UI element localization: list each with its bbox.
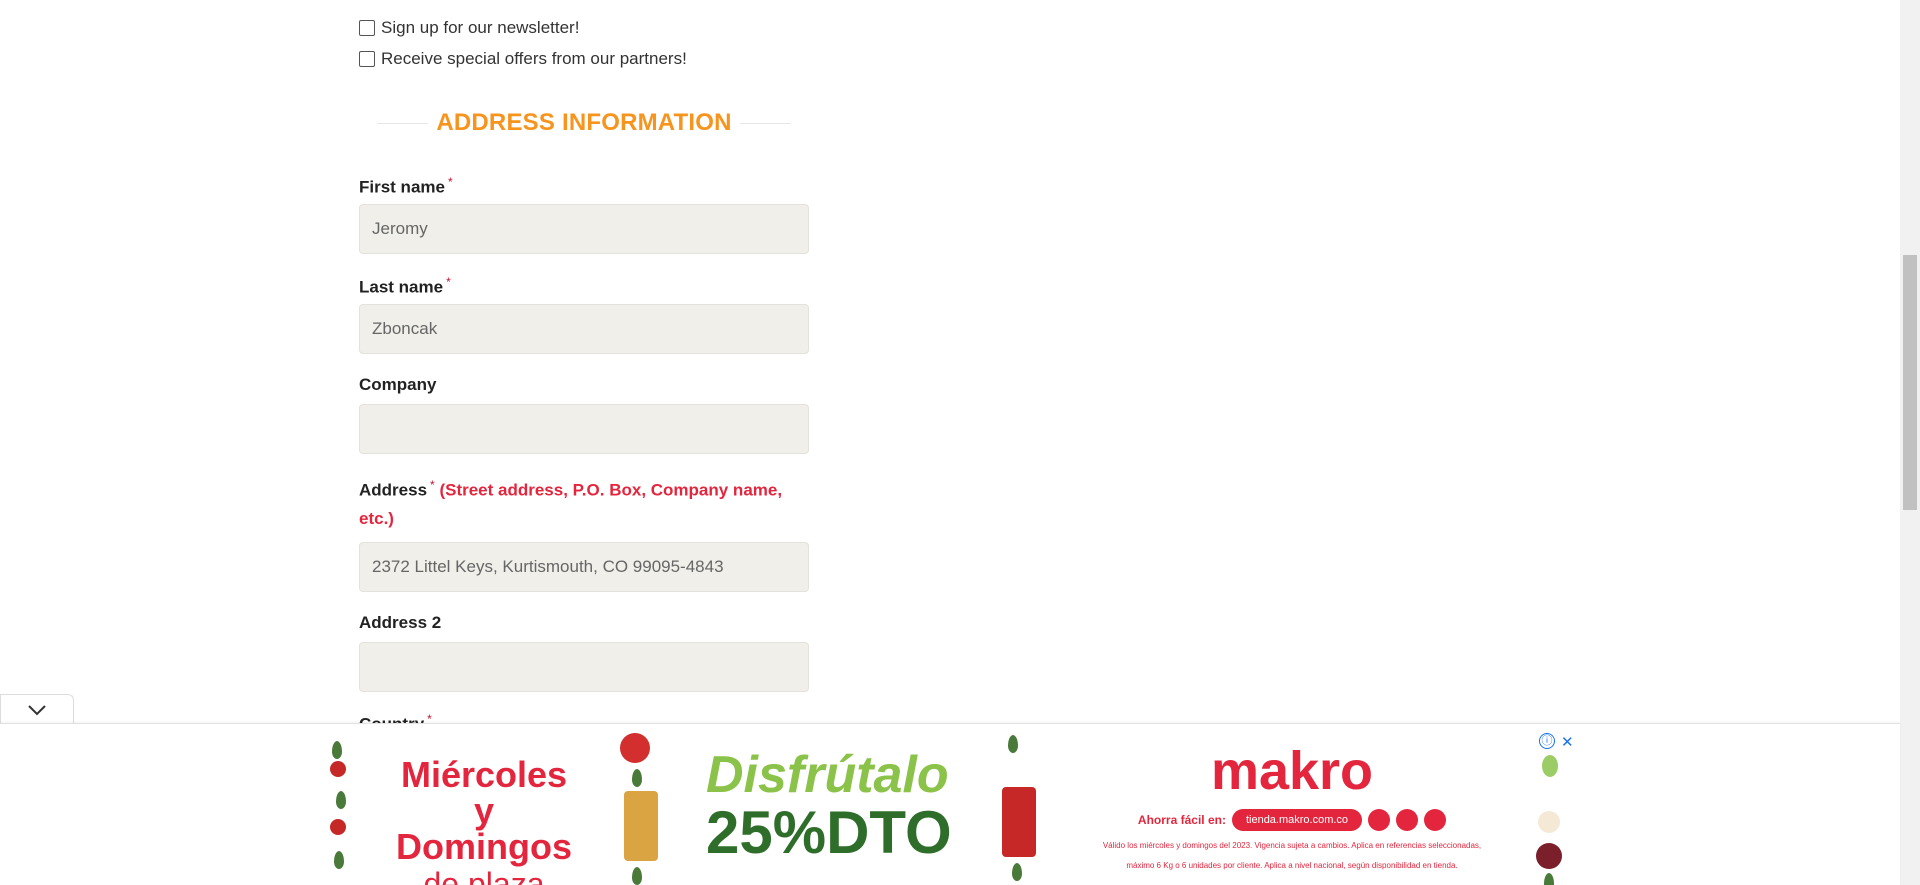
newsletter-label[interactable]: Sign up for our newsletter!: [381, 18, 579, 38]
address2-field[interactable]: [359, 642, 809, 692]
garlic-icon: [1538, 811, 1560, 833]
scrollbar-track[interactable]: [1900, 0, 1920, 885]
section-title: ADDRESS INFORMATION: [436, 109, 732, 136]
newsletter-checkbox-row[interactable]: Sign up for our newsletter!: [359, 18, 579, 38]
partners-checkbox[interactable]: [359, 51, 375, 67]
company-label: Company: [359, 375, 436, 395]
ad-mid-line1: Disfrútalo: [706, 746, 949, 804]
address2-label-text: Address 2: [359, 613, 442, 632]
section-divider-right: [739, 122, 792, 124]
leaf-icon: [1544, 873, 1554, 885]
address-field[interactable]: [359, 542, 809, 592]
ad-url-pill[interactable]: tienda.makro.com.co: [1231, 809, 1363, 831]
ad-store-row: Ahorra fácil en: tienda.makro.com.co: [1082, 809, 1502, 831]
required-marker: *: [446, 275, 451, 289]
leaf-icon: [334, 851, 344, 869]
company-label-text: Company: [359, 375, 437, 394]
leaf-icon: [1012, 863, 1022, 881]
company-field[interactable]: [359, 404, 809, 454]
newsletter-checkbox[interactable]: [359, 20, 375, 36]
address-label: Address * (Street address, P.O. Box, Comp…: [359, 478, 782, 501]
ad-left-line3: de plaza: [423, 866, 545, 885]
first-name-label: First name *: [359, 175, 453, 198]
ad-headline-mid: Disfrútalo 25%DTO: [706, 746, 952, 866]
ad-info-icon[interactable]: ⓘ: [1539, 733, 1555, 749]
ad-headline-left: Miércoles y Domingos de plaza: [389, 757, 579, 885]
address-hint-line2: etc.): [359, 509, 394, 528]
partners-checkbox-row[interactable]: Receive special offers from our partners…: [359, 49, 687, 69]
leaf-icon: [332, 741, 342, 759]
product-bag-icon: [624, 791, 658, 861]
address-label-text: Address: [359, 480, 428, 500]
leaf-icon: [336, 791, 346, 809]
address-section-header: ADDRESS INFORMATION: [377, 106, 792, 140]
ad-collapse-button[interactable]: [0, 694, 74, 725]
leaf-icon: [1008, 735, 1018, 753]
ad-close-icon[interactable]: ✕: [1561, 733, 1574, 751]
tomato-icon: [330, 761, 346, 777]
ad-controls: ⓘ ✕: [1539, 733, 1574, 751]
grapes-icon: [1536, 843, 1562, 869]
last-name-field[interactable]: [359, 304, 809, 354]
ad-left-line2: Domingos: [396, 826, 572, 867]
ad-easy-label: Ahorra fácil en:: [1137, 813, 1226, 827]
makro-logo: makro: [1210, 741, 1374, 801]
first-name-field[interactable]: [359, 204, 809, 254]
partners-label[interactable]: Receive special offers from our partners…: [381, 49, 687, 69]
ad-fine-print-1: Válido los miércoles y domingos del 2023…: [1102, 841, 1482, 850]
leaf-icon: [632, 769, 642, 787]
app-store-icon: [1368, 809, 1391, 831]
play-store-icon: [1396, 809, 1419, 831]
ad-banner[interactable]: Miércoles y Domingos de plaza Disfrútalo…: [322, 731, 1576, 885]
address2-label: Address 2: [359, 613, 441, 633]
last-name-label-text: Last name: [359, 277, 444, 297]
address-hint: (Street address, P.O. Box, Company name,: [439, 480, 783, 500]
ad-brand-block: makro Ahorra fácil en: tienda.makro.com.…: [1082, 741, 1502, 871]
required-marker: *: [447, 175, 453, 189]
leaf-icon: [632, 867, 642, 885]
apple-icon: [620, 733, 650, 763]
chevron-down-icon: [28, 705, 46, 716]
ad-fine-print-2: máximo 6 Kg o 6 unidades por cliente. Ap…: [1126, 861, 1458, 870]
page: Sign up for our newsletter! Receive spec…: [0, 0, 1920, 885]
olive-icon: [1542, 755, 1558, 777]
web-icon: [1424, 809, 1447, 831]
tomato-icon: [330, 819, 346, 835]
required-marker: *: [430, 478, 435, 492]
product-bag-icon: [1002, 787, 1036, 857]
ad-mid-line2: 25%DTO: [706, 799, 952, 866]
first-name-label-text: First name: [359, 177, 445, 197]
last-name-label: Last name *: [359, 275, 451, 298]
section-divider-left: [377, 122, 429, 124]
scrollbar-thumb[interactable]: [1903, 255, 1917, 510]
ad-left-line1: Miércoles y: [400, 754, 568, 831]
